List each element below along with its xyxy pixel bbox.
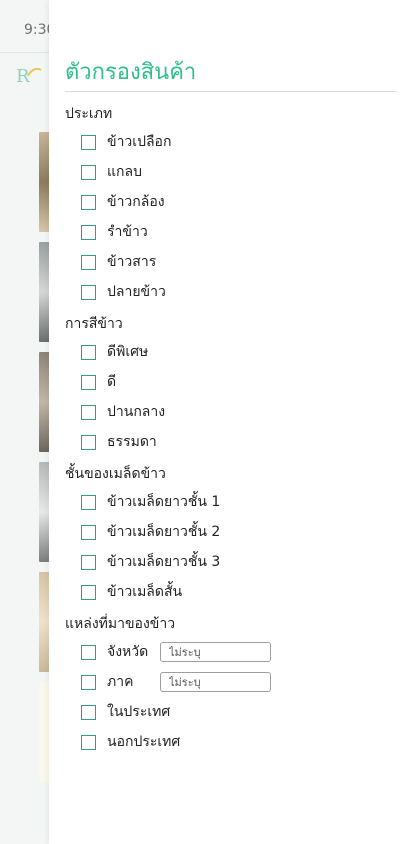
checkbox[interactable] [81, 404, 96, 420]
filter-option[interactable]: ข้าวเมล็ดยาวชั้น 2 [81, 523, 220, 541]
checkbox[interactable] [81, 734, 96, 750]
checkbox[interactable] [81, 494, 96, 510]
option-label: ข้าวเปลือก [107, 134, 172, 150]
option-label: จังหวัด [107, 644, 149, 660]
filter-option[interactable]: ข้าวกล้อง [81, 193, 165, 211]
checkbox[interactable] [81, 374, 96, 390]
checkbox[interactable] [81, 224, 96, 240]
option-label: ข้าวเมล็ดยาวชั้น 3 [107, 554, 221, 570]
option-label: ข้าวสาร [107, 254, 157, 270]
filter-drawer: ตัวกรองสินค้า ประเภท ข้าวเปลือก แกลบ ข้า… [49, 0, 412, 844]
filter-option[interactable]: ข้าวเมล็ดสั้น [81, 583, 182, 601]
checkbox[interactable] [81, 644, 96, 660]
section-grade-label: ชั้นของเมล็ดข้าว [65, 466, 166, 482]
title-divider [65, 91, 397, 92]
checkbox[interactable] [81, 134, 96, 150]
option-label: รำข้าว [107, 224, 148, 240]
option-label: ปลายข้าว [107, 284, 166, 300]
option-label: ข้าวเมล็ดสั้น [107, 584, 183, 600]
filter-option[interactable]: แกลบ [81, 163, 142, 181]
filter-option[interactable]: ดี [81, 373, 116, 391]
app-logo-icon: R [16, 66, 42, 86]
checkbox[interactable] [81, 434, 96, 450]
checkbox[interactable] [81, 284, 96, 300]
drawer-title: ตัวกรองสินค้า [65, 60, 197, 85]
option-label: ดี [107, 374, 117, 390]
option-label: แกลบ [107, 164, 142, 180]
filter-option[interactable]: ภาค [81, 673, 133, 691]
option-label: ปานกลาง [107, 404, 166, 420]
filter-option[interactable]: ข้าวเมล็ดยาวชั้น 3 [81, 553, 220, 571]
filter-option[interactable]: ปลายข้าว [81, 283, 166, 301]
option-label: ข้าวกล้อง [107, 194, 165, 210]
filter-option[interactable]: รำข้าว [81, 223, 148, 241]
filter-option[interactable]: ในประเทศ [81, 703, 170, 721]
option-label: ภาค [107, 674, 134, 690]
section-type-label: ประเภท [65, 106, 113, 122]
checkbox[interactable] [81, 554, 96, 570]
option-label: ในประเทศ [107, 704, 171, 720]
option-label: ดีพิเศษ [107, 344, 149, 360]
section-milling-label: การสีข้าว [65, 316, 123, 332]
filter-option[interactable]: จังหวัด [81, 643, 148, 661]
filter-option[interactable]: ดีพิเศษ [81, 343, 148, 361]
province-input[interactable] [160, 642, 271, 662]
checkbox[interactable] [81, 164, 96, 180]
svg-text:R: R [16, 66, 30, 86]
checkbox[interactable] [81, 704, 96, 720]
checkbox[interactable] [81, 194, 96, 210]
filter-option[interactable]: ข้าวสาร [81, 253, 156, 271]
filter-option[interactable]: ปานกลาง [81, 403, 165, 421]
filter-option[interactable]: นอกประเทศ [81, 733, 180, 751]
option-label: ข้าวเมล็ดยาวชั้น 1 [107, 494, 221, 510]
checkbox[interactable] [81, 584, 96, 600]
checkbox[interactable] [81, 674, 96, 690]
filter-option[interactable]: ข้าวเปลือก [81, 133, 171, 151]
checkbox[interactable] [81, 254, 96, 270]
option-label: ธรรมดา [107, 434, 157, 450]
section-origin-label: แหล่งที่มาของข้าว [65, 616, 176, 632]
filter-option[interactable]: ข้าวเมล็ดยาวชั้น 1 [81, 493, 220, 511]
region-input[interactable] [160, 672, 271, 692]
checkbox[interactable] [81, 524, 96, 540]
checkbox[interactable] [81, 344, 96, 360]
filter-option[interactable]: ธรรมดา [81, 433, 157, 451]
option-label: นอกประเทศ [107, 734, 181, 750]
option-label: ข้าวเมล็ดยาวชั้น 2 [107, 524, 221, 540]
